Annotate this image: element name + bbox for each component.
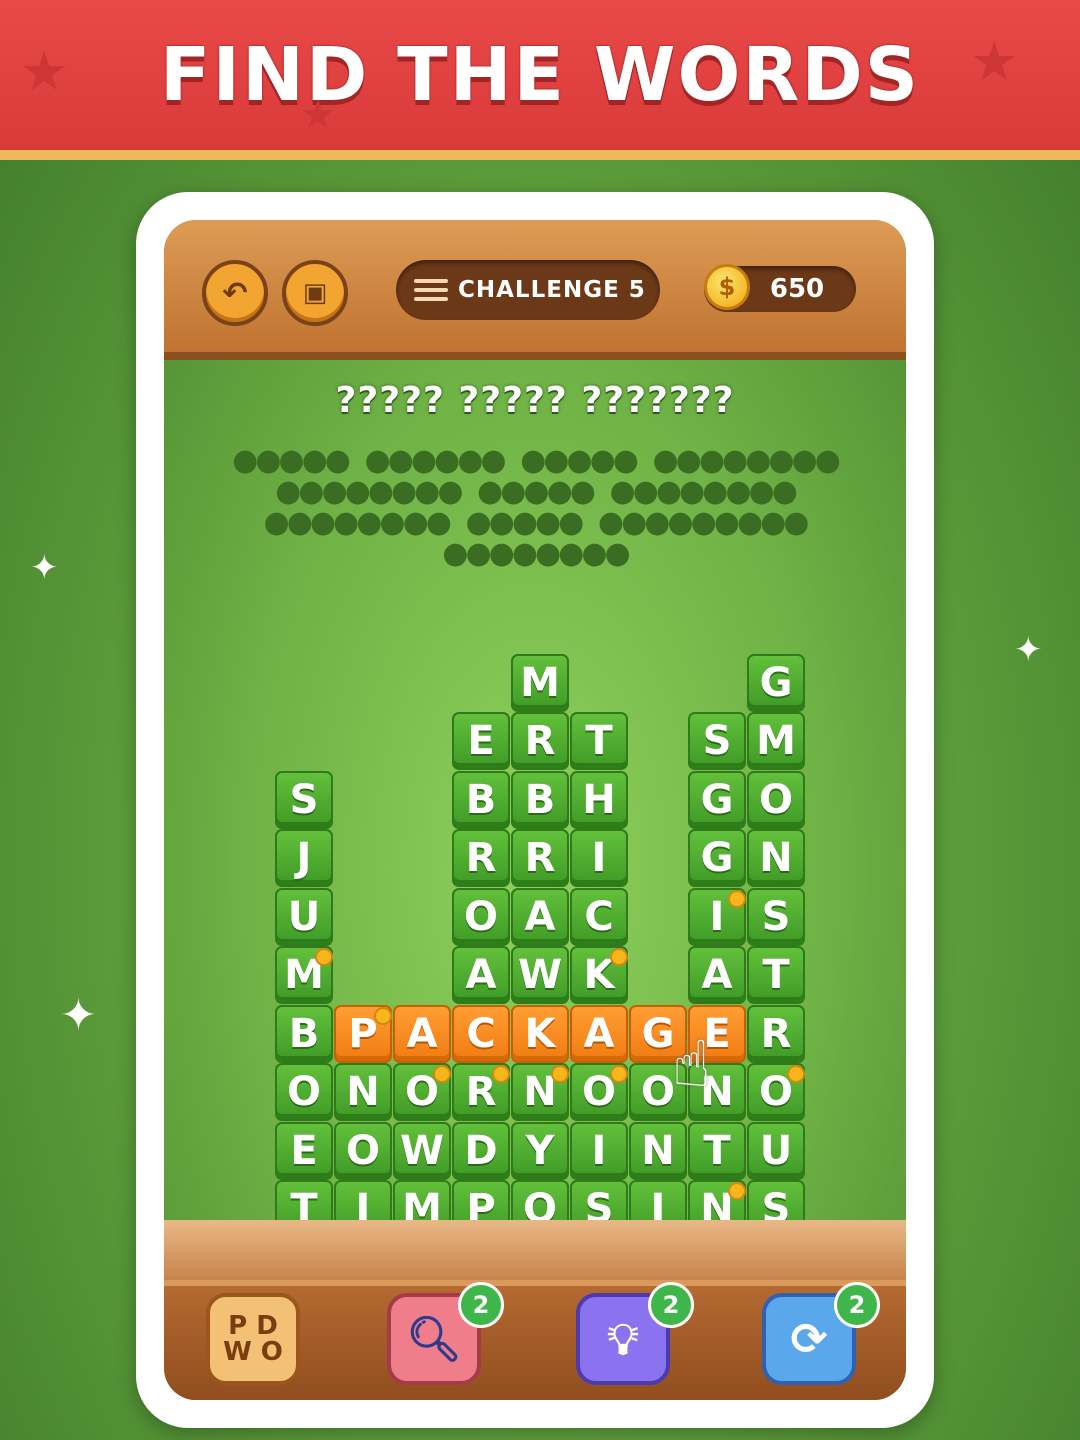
letter-tile[interactable]: T (688, 1121, 746, 1180)
coin-marker-icon (610, 1065, 628, 1083)
wooden-shelf (164, 1220, 906, 1280)
coin-marker-icon (492, 1065, 510, 1083)
letter-tile[interactable]: W (511, 946, 569, 1004)
letter-tile[interactable]: H (570, 770, 628, 829)
letter-tile[interactable]: B (452, 770, 510, 829)
magnifier-icon: 🔍︎ (406, 1314, 462, 1365)
words-label-bottom: W O (223, 1337, 283, 1367)
letter-tile[interactable]: E (452, 712, 510, 770)
coin-marker-icon (787, 1065, 805, 1083)
pointer-hand-icon: ☝ (672, 1028, 711, 1102)
letter-tile[interactable]: G (688, 829, 746, 887)
letter-tile[interactable]: C (570, 887, 628, 946)
coin-marker-icon (433, 1065, 451, 1083)
selected-letter-tile[interactable]: K (511, 1004, 569, 1063)
letter-tile[interactable]: N (747, 829, 805, 887)
refresh-icon: ⟳ (790, 1313, 828, 1365)
letter-tile[interactable]: I (570, 1121, 628, 1180)
letter-tile[interactable]: R (511, 829, 569, 887)
letter-tile[interactable]: M (747, 712, 805, 770)
words-button[interactable]: P D W O (206, 1293, 300, 1385)
letter-tile[interactable]: O (334, 1121, 392, 1180)
letter-tile[interactable]: Y (511, 1121, 569, 1180)
letter-tile[interactable]: E (275, 1121, 333, 1180)
banner-title: FIND THE WORDS (159, 32, 921, 118)
selected-letter-tile[interactable]: A (393, 1004, 451, 1063)
coin-marker-icon (728, 889, 746, 908)
letter-tile[interactable]: A (452, 946, 510, 1004)
letter-tile[interactable]: R (511, 712, 569, 770)
coin-marker-icon (551, 1065, 569, 1083)
letter-tile[interactable]: W (393, 1121, 451, 1180)
shuffle-count-badge: 2 (834, 1282, 880, 1328)
letter-tile[interactable]: R (747, 1004, 805, 1063)
letter-tile[interactable]: O (275, 1063, 333, 1121)
letter-tile[interactable]: U (747, 1121, 805, 1180)
sparkle-icon: ✦ (1014, 630, 1043, 670)
phone-frame: ↶ ▣ CHALLENGE 5 650 $ ????? ????? ??????… (136, 192, 934, 1428)
title-banner: ★ ★ ★ FIND THE WORDS (0, 0, 1080, 160)
coin-marker-icon (374, 1006, 392, 1025)
hint-count-badge: 2 (648, 1282, 694, 1328)
sparkle-icon: ✦ (30, 548, 59, 588)
selected-letter-tile[interactable]: A (570, 1004, 628, 1063)
letter-tile[interactable]: T (747, 946, 805, 1004)
letter-tile[interactable]: B (275, 1004, 333, 1063)
game-screen: ↶ ▣ CHALLENGE 5 650 $ ????? ????? ??????… (164, 220, 906, 1400)
search-count-badge: 2 (458, 1282, 504, 1328)
letter-tile[interactable]: R (452, 829, 510, 887)
letter-tile[interactable]: S (275, 770, 333, 829)
letter-tile[interactable]: I (570, 829, 628, 887)
star-decoration-icon: ★ (20, 40, 69, 103)
star-decoration-icon: ★ (300, 92, 336, 138)
selected-letter-tile[interactable]: C (452, 1004, 510, 1063)
letter-tile[interactable]: A (688, 946, 746, 1004)
star-decoration-icon: ★ (970, 30, 1019, 93)
letter-tile[interactable]: B (511, 770, 569, 829)
letter-tile[interactable]: D (452, 1121, 510, 1180)
letter-tile[interactable]: A (511, 887, 569, 946)
coin-marker-icon (610, 948, 628, 966)
lightbulb-icon: 💡︎ (607, 1313, 639, 1365)
coin-marker-icon (728, 1182, 746, 1200)
letter-tile[interactable]: U (275, 887, 333, 946)
letter-tile[interactable]: O (452, 887, 510, 946)
coin-marker-icon (315, 948, 333, 966)
sparkle-icon: ✦ (60, 990, 97, 1041)
letter-tile[interactable]: M (511, 653, 569, 712)
letter-tile[interactable]: S (688, 712, 746, 770)
letter-tile[interactable]: S (747, 887, 805, 946)
letter-tile[interactable]: T (570, 712, 628, 770)
letter-tile[interactable]: O (747, 770, 805, 829)
letter-tile[interactable]: N (629, 1121, 687, 1180)
letter-tile[interactable]: N (334, 1063, 392, 1121)
letter-tile[interactable]: G (747, 653, 805, 712)
letter-tile[interactable]: G (688, 770, 746, 829)
words-label-top: P D (228, 1311, 278, 1341)
letter-tile[interactable]: J (275, 829, 333, 887)
